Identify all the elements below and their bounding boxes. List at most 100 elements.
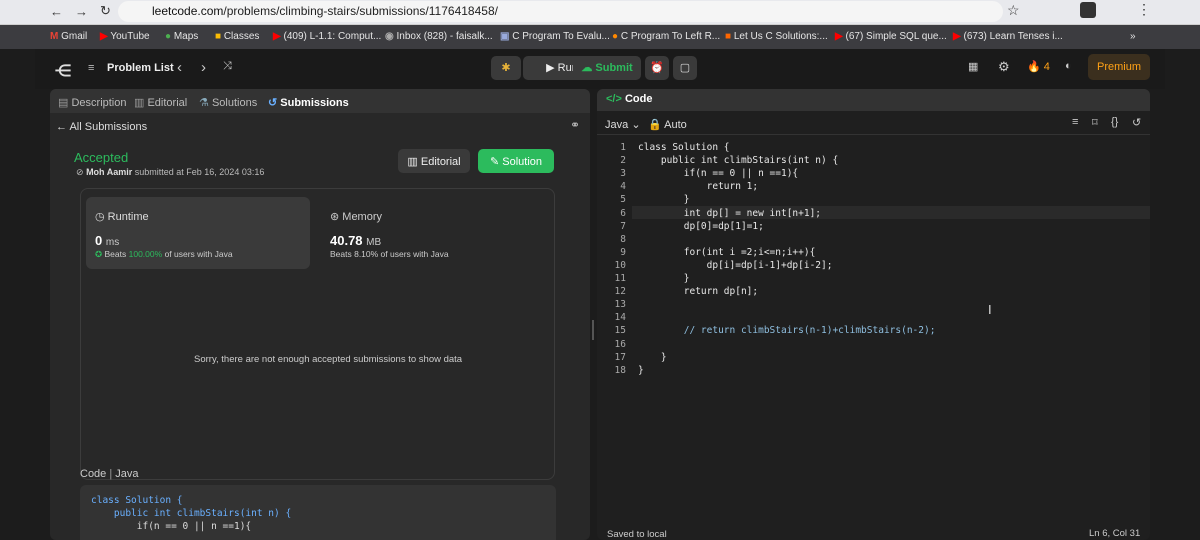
code-line: // return climbStairs(n-1)+climbStairs(n… <box>638 325 936 337</box>
browser-toolbar: ← → ↻ leetcode.com/problems/climbing-sta… <box>0 0 1200 25</box>
url-path: /problems/climbing-stairs/submissions/11… <box>223 4 498 18</box>
memory-value: 40.78 MB <box>330 233 382 248</box>
code-tab[interactable]: Code | Java <box>80 468 139 480</box>
bookmark-c-eval[interactable]: ▣ C Program To Evalu... <box>500 31 610 42</box>
coin-icon[interactable]: ◐ <box>1065 60 1072 72</box>
line-number: 14 <box>614 312 626 324</box>
premium-button[interactable]: Premium <box>1088 54 1150 80</box>
auto-mode[interactable]: 🔒 Auto <box>648 118 687 131</box>
submit-button[interactable]: ☁ Submit <box>573 56 641 80</box>
line-number: 11 <box>614 273 626 284</box>
back-icon[interactable]: ← <box>50 4 63 19</box>
clock-icon: ◷ <box>95 211 105 223</box>
runtime-label: ◷ Runtime <box>95 211 149 223</box>
next-problem-icon[interactable]: › <box>201 59 206 76</box>
bookmark-maps[interactable]: ● Maps <box>165 31 198 42</box>
all-submissions-link[interactable]: ← All Submissions <box>56 121 147 133</box>
bug-icon: ✱ <box>501 62 511 74</box>
chevron-down-icon: ⌄ <box>631 119 641 131</box>
beats-icon: ✪ <box>95 249 103 259</box>
runtime-value: 0 ms <box>95 233 120 248</box>
bookmark-letusc[interactable]: ■ Let Us C Solutions:... <box>725 31 828 42</box>
code-line: public int climbStairs(int n) { <box>638 155 839 167</box>
address-bar[interactable]: leetcode.com/problems/climbing-stairs/su… <box>118 1 1003 22</box>
notes-button[interactable]: ▢ <box>673 56 697 80</box>
book-icon: ▥ <box>134 97 145 109</box>
line-number: 8 <box>620 233 626 245</box>
panel-resizer[interactable] <box>592 320 594 340</box>
runtime-beats: ✪ Beats 100.00% of users with Java <box>95 249 233 259</box>
braces-icon[interactable]: {} <box>1111 116 1118 128</box>
line-number: 16 <box>614 338 626 350</box>
code-line: return 1; <box>638 181 759 193</box>
line-number: 7 <box>620 220 626 232</box>
line-number: 15 <box>614 325 626 337</box>
list-icon: ≡ <box>88 62 95 74</box>
line-number: 10 <box>614 259 626 271</box>
lock-icon: 🔒 <box>648 119 662 131</box>
timer-button[interactable]: ⏰ <box>645 56 669 80</box>
top-nav: ⋲ ≡ Problem List ‹ › ⤨ ✱ ▶ Run ☁ Submit … <box>35 49 1165 89</box>
code-icon: </> <box>606 93 622 105</box>
memory-label[interactable]: ⊛ Memory <box>330 210 382 223</box>
code-header <box>597 89 1150 111</box>
reset-icon[interactable]: ↺ <box>1132 116 1141 129</box>
reload-icon[interactable]: ↻ <box>100 3 111 19</box>
line-number: 5 <box>620 194 626 206</box>
shuffle-icon[interactable]: ⤨ <box>223 60 232 73</box>
line-number: 6 <box>620 207 626 219</box>
bookmark-c-left[interactable]: ● C Program To Left R... <box>612 31 720 42</box>
code-line: if(n == 0 || n ==1){ <box>638 168 799 180</box>
memory-beats: Beats 8.10% of users with Java <box>330 249 449 259</box>
leetcode-logo-icon[interactable]: ⋲ <box>55 61 71 81</box>
bookmark-tenses[interactable]: ▶ (673) Learn Tenses i... <box>953 31 1063 42</box>
bookmark-icon[interactable]: ⌑ <box>1092 116 1098 129</box>
layout-icon[interactable]: ▦ <box>968 60 978 73</box>
line-number: 13 <box>614 299 626 311</box>
tab-solutions[interactable]: ⚗ Solutions <box>199 96 257 109</box>
cloud-upload-icon: ☁ <box>581 62 593 74</box>
text-cursor-icon: I <box>988 302 992 317</box>
link-icon[interactable]: ⚭ <box>570 118 580 132</box>
tab-submissions[interactable]: ↺ Submissions <box>268 96 349 109</box>
debug-button[interactable]: ✱ <box>491 56 521 80</box>
bookmark-computer[interactable]: ▶ (409) L-1.1: Comput... <box>273 31 381 42</box>
code-line: } <box>638 351 667 363</box>
format-icon[interactable]: ≡ <box>1072 116 1078 128</box>
line-number: 1 <box>620 142 626 153</box>
tab-editorial[interactable]: ▥ Editorial <box>134 96 187 109</box>
streak-counter[interactable]: 🔥 4 <box>1027 60 1050 73</box>
edit-icon: ✎ <box>489 156 500 168</box>
doc-icon: ▤ <box>58 97 69 109</box>
bookmark-inbox[interactable]: ◉ Inbox (828) - faisalk... <box>385 31 493 42</box>
book-icon: ▥ <box>407 156 418 168</box>
bookmark-sql[interactable]: ▶ (67) Simple SQL que... <box>835 31 947 42</box>
saved-status: Saved to local <box>607 529 667 540</box>
gear-icon[interactable]: ⚙ <box>998 59 1010 75</box>
forward-icon[interactable]: → <box>75 4 88 19</box>
avatar: ⊘ <box>76 167 84 177</box>
editorial-button[interactable]: ▥ Editorial <box>398 149 470 173</box>
language-select[interactable]: Java ⌄ <box>605 118 641 131</box>
menu-icon[interactable]: ⋮ <box>1137 1 1151 18</box>
more-bookmarks-icon[interactable]: » <box>1130 31 1136 42</box>
prev-problem-icon[interactable]: ‹ <box>177 59 182 76</box>
code-line: dp[i]=dp[i-1]+dp[i-2]; <box>638 259 833 271</box>
line-number: 17 <box>614 351 626 363</box>
url-host: leetcode.com <box>152 4 224 18</box>
code-line: class Solution { <box>638 142 730 153</box>
chip-icon: ⊛ <box>330 211 340 223</box>
star-icon[interactable]: ☆ <box>1007 2 1020 19</box>
tab-description[interactable]: ▤ Description <box>58 96 127 109</box>
arrow-left-icon: ← <box>56 121 67 133</box>
line-number: 4 <box>620 181 626 193</box>
bookmark-gmail[interactable]: M Gmail <box>50 31 87 42</box>
bookmark-youtube[interactable]: ▶ YouTube <box>100 31 150 42</box>
note-icon: ▢ <box>679 62 691 74</box>
bookmark-classes[interactable]: ■ Classes <box>215 31 259 42</box>
problem-list-link[interactable]: Problem List <box>107 62 174 74</box>
solution-button[interactable]: ✎ Solution <box>478 149 554 173</box>
extension-icon[interactable] <box>1080 2 1096 18</box>
code-title: </> Code <box>606 93 653 105</box>
empty-message: Sorry, there are not enough accepted sub… <box>194 354 463 365</box>
